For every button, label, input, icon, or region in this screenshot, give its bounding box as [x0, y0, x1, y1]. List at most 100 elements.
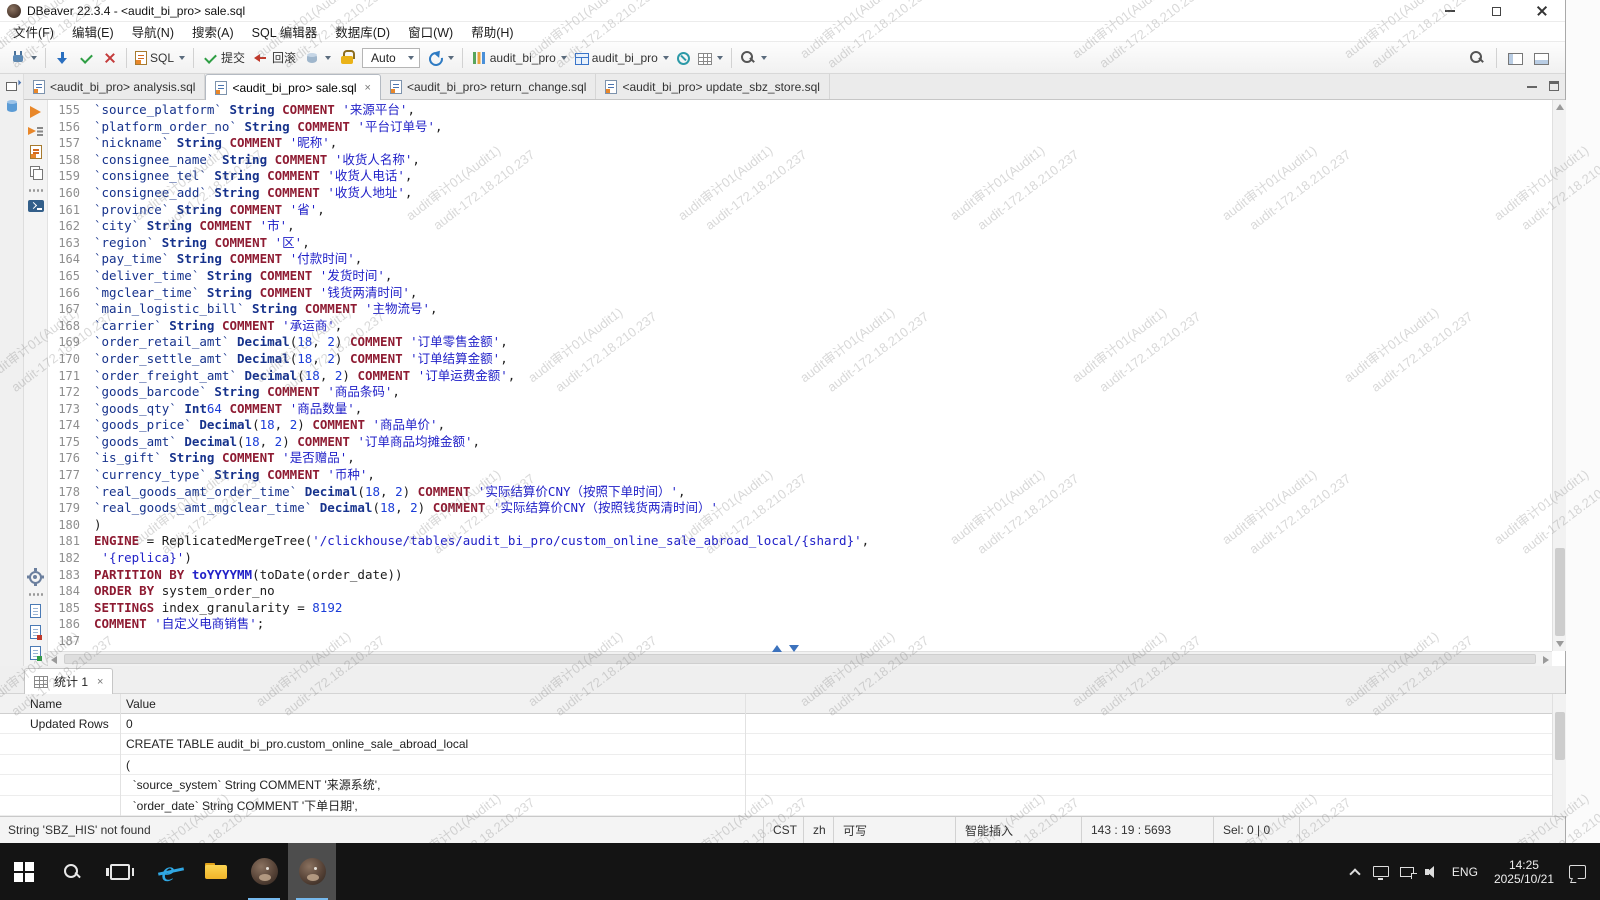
task-view-button[interactable] [96, 843, 144, 900]
execute-script-icon[interactable] [28, 125, 44, 138]
autocommit-select[interactable]: Auto [362, 48, 420, 68]
menu-item-1[interactable]: 文件(F) [4, 22, 63, 41]
menu-item-4[interactable]: 搜索(A) [183, 22, 243, 41]
column-header-name[interactable]: Name [0, 694, 62, 714]
action-center-button[interactable] [1564, 843, 1590, 900]
overflow-dots-icon[interactable] [28, 187, 44, 193]
open-console-icon[interactable] [28, 200, 44, 212]
code-line[interactable]: 164`pay_time` String COMMENT '付款时间', [48, 251, 1552, 268]
editor-horizontal-scrollbar[interactable] [48, 651, 1552, 666]
navigator-sync-button[interactable] [673, 46, 694, 70]
editor-vertical-scrollbar[interactable] [1552, 100, 1566, 651]
menu-item-6[interactable]: 数据库(D) [326, 22, 399, 41]
code-line[interactable]: 156`platform_order_no` String COMMENT '平… [48, 119, 1552, 136]
code-line[interactable]: 163`region` String COMMENT '区', [48, 235, 1552, 252]
code-line[interactable]: 174`goods_price` Decimal(18, 2) COMMENT … [48, 417, 1552, 434]
code-line[interactable]: 162`city` String COMMENT '市', [48, 218, 1552, 235]
title-bar[interactable]: DBeaver 22.3.4 - <audit_bi_pro> sale.sql [0, 0, 1565, 22]
overflow-dots-icon[interactable] [28, 591, 44, 597]
code-line[interactable]: 161`province` String COMMENT '省', [48, 202, 1552, 219]
code-line[interactable]: 183PARTITION BY toYYYYMM(toDate(order_da… [48, 567, 1552, 584]
code-line[interactable]: 167`main_logistic_bill` String COMMENT '… [48, 301, 1552, 318]
refresh-dropdown[interactable] [423, 46, 458, 70]
layout-button[interactable] [1530, 46, 1553, 70]
code-line[interactable]: 178`real_goods_amt_order_time` Decimal(1… [48, 484, 1552, 501]
file-explorer-button[interactable] [192, 843, 240, 900]
reject-changes-button[interactable] [98, 46, 122, 70]
dbeaver-taskbar-button[interactable] [240, 843, 288, 900]
result-row-4[interactable]: `source_system` String COMMENT '来源系统', [0, 775, 1552, 795]
tab-close-icon[interactable]: × [97, 676, 103, 688]
database-navigator-icon[interactable] [7, 101, 17, 112]
restore-view-icon[interactable] [6, 82, 17, 91]
code-line[interactable]: 180) [48, 517, 1552, 534]
start-button[interactable] [0, 843, 48, 900]
grid-column-divider[interactable] [120, 694, 121, 816]
menu-item-5[interactable]: SQL 编辑器 [243, 22, 327, 41]
statistics-tab[interactable]: 统计 1 × [24, 668, 113, 694]
editor-tab-2[interactable]: <audit_bi_pro> sale.sql× [205, 74, 381, 100]
transaction-log-dropdown[interactable] [300, 46, 335, 70]
document-green-icon[interactable] [30, 646, 41, 660]
sql-editor-dropdown[interactable]: SQL [131, 46, 189, 70]
taskbar-clock[interactable]: 14:25 2025/10/21 [1484, 858, 1564, 886]
code-line[interactable]: 155`source_platform` String COMMENT '来源平… [48, 102, 1552, 119]
connection-select[interactable]: audit_bi_pro [467, 46, 571, 70]
copy-icon[interactable] [28, 166, 44, 180]
column-header-value[interactable]: Value [126, 694, 156, 714]
menu-item-3[interactable]: 导航(N) [123, 22, 183, 41]
sql-editor[interactable]: 155`source_platform` String COMMENT '来源平… [48, 100, 1552, 651]
schema-select[interactable]: audit_bi_pro [571, 46, 673, 70]
result-view-dropdown[interactable] [694, 46, 727, 70]
accept-changes-button[interactable] [74, 46, 98, 70]
editor-tab-1[interactable]: <audit_bi_pro> analysis.sql [24, 74, 205, 99]
code-line[interactable]: 165`deliver_time` String COMMENT '发货时间', [48, 268, 1552, 285]
menu-item-7[interactable]: 窗口(W) [399, 22, 462, 41]
scroll-left-icon[interactable] [51, 656, 57, 664]
language-indicator[interactable]: ENG [1446, 865, 1484, 879]
explain-plan-icon[interactable] [30, 145, 42, 159]
code-line[interactable]: 187 [48, 633, 1552, 650]
restore-panel-down-icon[interactable] [789, 645, 799, 652]
scroll-up-icon[interactable] [1556, 104, 1564, 110]
code-line[interactable]: 179`real_goods_amt_mgclear_time` Decimal… [48, 500, 1552, 517]
close-button[interactable] [1519, 0, 1565, 22]
code-line[interactable]: 166`mgclear_time` String COMMENT '钱货两清时间… [48, 285, 1552, 302]
restore-panel-up-icon[interactable] [772, 645, 782, 652]
code-line[interactable]: 184ORDER BY system_order_no [48, 583, 1552, 600]
menu-item-2[interactable]: 编辑(E) [63, 22, 123, 41]
code-line[interactable]: 172`goods_barcode` String COMMENT '商品条码'… [48, 384, 1552, 401]
open-perspective-button[interactable] [1504, 46, 1527, 70]
tab-close-icon[interactable]: × [365, 82, 371, 94]
editor-tab-3[interactable]: <audit_bi_pro> return_change.sql [381, 74, 596, 99]
code-line[interactable]: 158`consignee_name` String COMMENT '收货人名… [48, 152, 1552, 169]
editor-tab-4[interactable]: <audit_bi_pro> update_sbz_store.sql [596, 74, 829, 99]
tray-display-button[interactable] [1368, 843, 1394, 900]
dbeaver-taskbar-button-active[interactable] [288, 843, 336, 900]
code-line[interactable]: 177`currency_type` String COMMENT '币种', [48, 467, 1552, 484]
code-line[interactable]: 182 '{replica}') [48, 550, 1552, 567]
document-red-icon[interactable] [30, 625, 41, 639]
maximize-view-icon[interactable] [1549, 81, 1559, 91]
code-line[interactable]: 181ENGINE = ReplicatedMergeTree('/clickh… [48, 533, 1552, 550]
maximize-button[interactable] [1473, 0, 1519, 22]
code-line[interactable]: 170`order_settle_amt` Decimal(18, 2) COM… [48, 351, 1552, 368]
menu-item-8[interactable]: 帮助(H) [462, 22, 522, 41]
lock-button[interactable] [335, 46, 359, 70]
tray-network-button[interactable] [1394, 843, 1420, 900]
internet-explorer-button[interactable]: e [144, 843, 192, 900]
code-line[interactable]: 175`goods_amt` Decimal(18, 2) COMMENT '订… [48, 434, 1552, 451]
result-row-3[interactable]: ( [0, 755, 1552, 775]
code-line[interactable]: 186COMMENT '自定义电商销售'; [48, 616, 1552, 633]
commit-button[interactable]: 提交 [198, 46, 249, 70]
scrollbar-thumb[interactable] [1555, 712, 1565, 760]
result-row-5[interactable]: `order_date` String COMMENT '下单日期', [0, 796, 1552, 816]
results-grid[interactable]: Name Value Updated Rows0CREATE TABLE aud… [0, 694, 1552, 816]
search-dropdown[interactable] [736, 46, 771, 70]
code-line[interactable]: 159`consignee_tel` String COMMENT '收货人电话… [48, 168, 1552, 185]
code-line[interactable]: 160`consignee_add` String COMMENT '收货人地址… [48, 185, 1552, 202]
scrollbar-thumb[interactable] [64, 654, 1536, 664]
code-line[interactable]: 169`order_retail_amt` Decimal(18, 2) COM… [48, 334, 1552, 351]
result-row-2[interactable]: CREATE TABLE audit_bi_pro.custom_online_… [0, 734, 1552, 754]
code-line[interactable]: 171`order_freight_amt` Decimal(18, 2) CO… [48, 368, 1552, 385]
